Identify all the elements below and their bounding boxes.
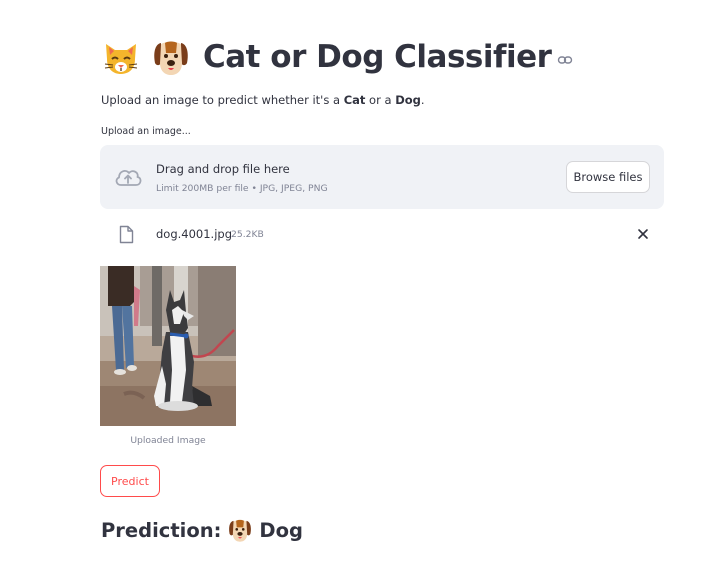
prediction-value: Dog xyxy=(259,518,303,542)
remove-file-close-icon[interactable] xyxy=(634,225,652,243)
intro-cat-word: Cat xyxy=(343,93,366,107)
cloud-upload-icon xyxy=(113,166,143,188)
link-icon[interactable] xyxy=(557,52,573,68)
uploaded-file-size: 25.2KB xyxy=(231,229,264,240)
cat-face-emoji-icon xyxy=(101,37,141,77)
uploader-label: Upload an image... xyxy=(101,126,191,137)
intro-dog-word: Dog xyxy=(395,93,421,107)
intro-text: Upload an image to predict whether it's … xyxy=(101,93,425,107)
page-title: Cat or Dog Classifier xyxy=(203,39,552,75)
file-dropzone[interactable]: Drag and drop file here Limit 200MB per … xyxy=(100,145,664,209)
intro-middle: or a xyxy=(365,93,396,107)
dog-face-emoji-icon xyxy=(151,37,191,77)
app-page: Cat or Dog Classifier Upload an image to… xyxy=(0,0,721,562)
browse-files-button[interactable]: Browse files xyxy=(566,161,650,193)
dropzone-instruction: Drag and drop file here xyxy=(156,162,290,176)
uploaded-file-name: dog.4001.jpg xyxy=(156,227,233,241)
dog-face-emoji-icon xyxy=(227,517,253,543)
image-caption: Uploaded Image xyxy=(130,435,206,446)
page-title-row: Cat or Dog Classifier xyxy=(101,33,573,81)
intro-suffix: . xyxy=(420,93,425,107)
prediction-label: Prediction: xyxy=(101,518,222,542)
dropzone-limit-text: Limit 200MB per file • JPG, JPEG, PNG xyxy=(156,183,328,194)
intro-prefix: Upload an image to predict whether it's … xyxy=(101,93,344,107)
uploaded-file-row: dog.4001.jpg 25.2KB xyxy=(100,220,664,248)
predict-button[interactable]: Predict xyxy=(100,465,160,497)
uploaded-image xyxy=(100,266,236,426)
file-icon xyxy=(119,225,134,244)
prediction-heading: Prediction: Dog xyxy=(101,514,303,546)
